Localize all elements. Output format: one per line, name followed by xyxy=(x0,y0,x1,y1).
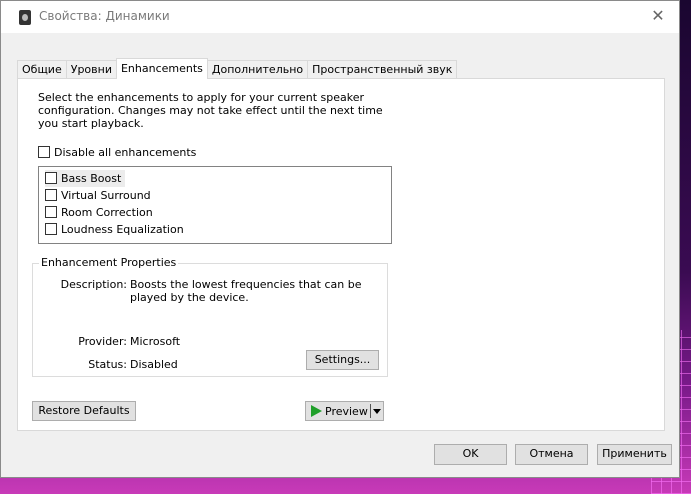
window-title: Свойства: Динамики xyxy=(39,9,170,23)
preview-main-button[interactable]: Preview xyxy=(306,402,370,420)
loudness-equalization-checkbox[interactable] xyxy=(45,223,57,235)
enhancements-panel: Select the enhancements to apply for you… xyxy=(17,78,665,431)
tab-spatial-sound[interactable]: Пространственный звук xyxy=(307,60,458,79)
description-label: Description: xyxy=(60,278,127,291)
description-value: Boosts the lowest frequencies that can b… xyxy=(130,278,362,304)
disable-all-enhancements[interactable]: Disable all enhancements xyxy=(38,146,196,159)
close-icon[interactable]: ✕ xyxy=(649,7,667,25)
room-correction-checkbox[interactable] xyxy=(45,206,57,218)
chevron-down-icon xyxy=(373,408,381,414)
virtual-surround-checkbox[interactable] xyxy=(45,189,57,201)
settings-button[interactable]: Settings... xyxy=(306,350,379,370)
tab-levels[interactable]: Уровни xyxy=(65,60,117,79)
status-value: Disabled xyxy=(130,358,178,371)
enhancement-properties-group: Enhancement Properties Description: Boos… xyxy=(32,256,388,377)
tab-strip: Общие Уровни Enhancements Дополнительно … xyxy=(17,58,458,79)
play-icon xyxy=(311,405,322,417)
status-label: Status: xyxy=(88,358,127,371)
list-item-virtual-surround[interactable]: Virtual Surround xyxy=(45,187,155,204)
list-item-bass-boost[interactable]: Bass Boost xyxy=(45,170,126,187)
title-bar: Свойства: Динамики ✕ xyxy=(1,1,679,33)
sound-properties-dialog: Свойства: Динамики ✕ Общие Уровни Enhanc… xyxy=(0,0,680,478)
preview-label: Preview xyxy=(325,404,368,418)
preview-dropdown[interactable] xyxy=(371,402,383,420)
bass-boost-checkbox[interactable] xyxy=(45,172,57,184)
apply-button[interactable]: Применить xyxy=(597,444,672,465)
tab-advanced[interactable]: Дополнительно xyxy=(206,60,309,79)
provider-value: Microsoft xyxy=(130,335,181,348)
provider-label: Provider: xyxy=(78,335,127,348)
enhancements-list[interactable]: Bass Boost Virtual Surround Room Correct… xyxy=(38,166,392,244)
group-title: Enhancement Properties xyxy=(39,256,179,269)
list-item-room-correction[interactable]: Room Correction xyxy=(45,204,157,221)
bass-boost-label: Bass Boost xyxy=(61,172,122,185)
tab-general[interactable]: Общие xyxy=(17,60,67,79)
ok-button[interactable]: OK xyxy=(434,444,507,465)
disable-all-checkbox[interactable] xyxy=(38,146,50,158)
loudness-equalization-label: Loudness Equalization xyxy=(61,223,184,236)
intro-text: Select the enhancements to apply for you… xyxy=(38,91,383,130)
disable-all-label: Disable all enhancements xyxy=(54,146,197,159)
tab-enhancements[interactable]: Enhancements xyxy=(115,58,208,79)
restore-defaults-button[interactable]: Restore Defaults xyxy=(32,401,136,421)
list-item-loudness-equalization[interactable]: Loudness Equalization xyxy=(45,221,188,238)
cancel-button[interactable]: Отмена xyxy=(515,444,588,465)
room-correction-label: Room Correction xyxy=(61,206,153,219)
preview-button[interactable]: Preview xyxy=(305,401,384,421)
speaker-icon xyxy=(19,10,31,25)
virtual-surround-label: Virtual Surround xyxy=(61,189,151,202)
